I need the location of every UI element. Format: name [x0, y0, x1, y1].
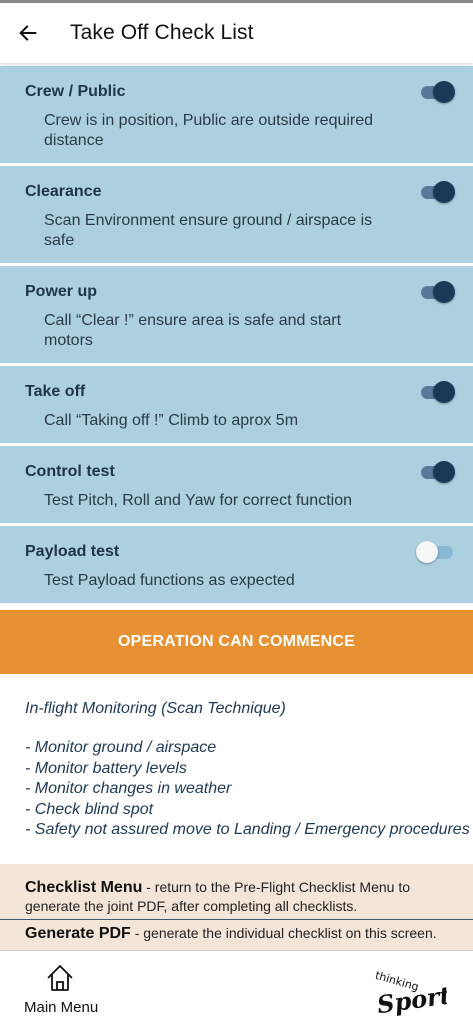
main-menu-button[interactable]: Main Menu [24, 963, 104, 1019]
info-panel: Checklist Menu - return to the Pre-Fligh… [0, 864, 473, 950]
item-title: Power up [25, 283, 98, 300]
checklist-item-clearance: Clearance Scan Environment ensure ground… [0, 166, 473, 266]
item-description: Test Payload functions as expected [44, 572, 295, 589]
list-item: - Safety not assured move to Landing / E… [25, 821, 470, 839]
operation-status-banner: OPERATION CAN COMMENCE [0, 610, 473, 674]
thinking-sports-logo: thinking Sports [371, 961, 467, 1019]
divider [0, 919, 473, 920]
arrow-left-icon [19, 25, 37, 41]
item-description: Scan Environment ensure ground / airspac… [44, 212, 373, 249]
checklist: Crew / Public Crew is in position, Publi… [0, 66, 473, 606]
page-title: Take Off Check List [70, 21, 254, 44]
checklist-item-take-off: Take off Call “Taking off !” Climb to ap… [0, 366, 473, 446]
item-description: Call “Taking off !” Climb to aprox 5m [44, 412, 299, 429]
checklist-item-power-up: Power up Call “Clear !” ensure area is s… [0, 266, 473, 366]
monitoring-list: - Monitor ground / airspace - Monitor ba… [25, 738, 470, 841]
checklist-item-crew-public: Crew / Public Crew is in position, Publi… [0, 66, 473, 166]
checklist-item-payload-test: Payload test Test Payload functions as e… [0, 526, 473, 606]
toggle-thumb [433, 181, 455, 203]
monitoring-section: In-flight Monitoring (Scan Technique) - … [25, 698, 470, 841]
item-description: Crew is in position, Public are outside … [44, 112, 374, 149]
generate-pdf-label: Generate PDF [25, 925, 131, 942]
item-title: Clearance [25, 183, 102, 200]
checklist-item-control-test: Control test Test Pitch, Roll and Yaw fo… [0, 446, 473, 526]
operation-status-label: OPERATION CAN COMMENCE [118, 633, 355, 650]
list-item: - Monitor battery levels [25, 759, 187, 777]
toggle-control-test[interactable] [419, 461, 455, 483]
generate-pdf-text: - generate the individual checklist on t… [130, 925, 437, 941]
app-bar: Take Off Check List [0, 3, 473, 63]
item-title: Payload test [25, 543, 120, 560]
main-menu-label: Main Menu [24, 999, 99, 1016]
item-description: Test Pitch, Roll and Yaw for correct fun… [44, 492, 352, 509]
list-item: - Check blind spot [25, 800, 154, 818]
item-title: Control test [25, 463, 115, 480]
item-description: Call “Clear !” ensure area is safe and s… [44, 312, 342, 349]
toggle-thumb [433, 281, 455, 303]
toggle-clearance[interactable] [419, 181, 455, 203]
back-button[interactable] [0, 3, 56, 63]
toggle-take-off[interactable] [419, 381, 455, 403]
checklist-menu-label: Checklist Menu [25, 879, 143, 896]
toggle-crew-public[interactable] [419, 81, 455, 103]
toggle-thumb [433, 81, 455, 103]
toggle-thumb [433, 461, 455, 483]
generate-pdf-info: Generate PDF - generate the individual c… [25, 924, 455, 943]
home-icon [47, 965, 73, 991]
list-item: - Monitor changes in weather [25, 780, 232, 798]
list-item: - Monitor ground / airspace [25, 739, 217, 756]
toggle-thumb [433, 381, 455, 403]
checklist-menu-info: Checklist Menu - return to the Pre-Fligh… [25, 878, 455, 916]
item-title: Take off [25, 383, 86, 400]
item-title: Crew / Public [25, 83, 126, 100]
toggle-power-up[interactable] [419, 281, 455, 303]
toggle-thumb [416, 541, 438, 563]
logo-icon: thinking Sports [374, 969, 467, 1019]
monitoring-title: In-flight Monitoring (Scan Technique) [25, 700, 286, 717]
bottom-navigation: Main Menu thinking Sports [0, 950, 473, 1024]
toggle-payload-test[interactable] [416, 541, 453, 563]
